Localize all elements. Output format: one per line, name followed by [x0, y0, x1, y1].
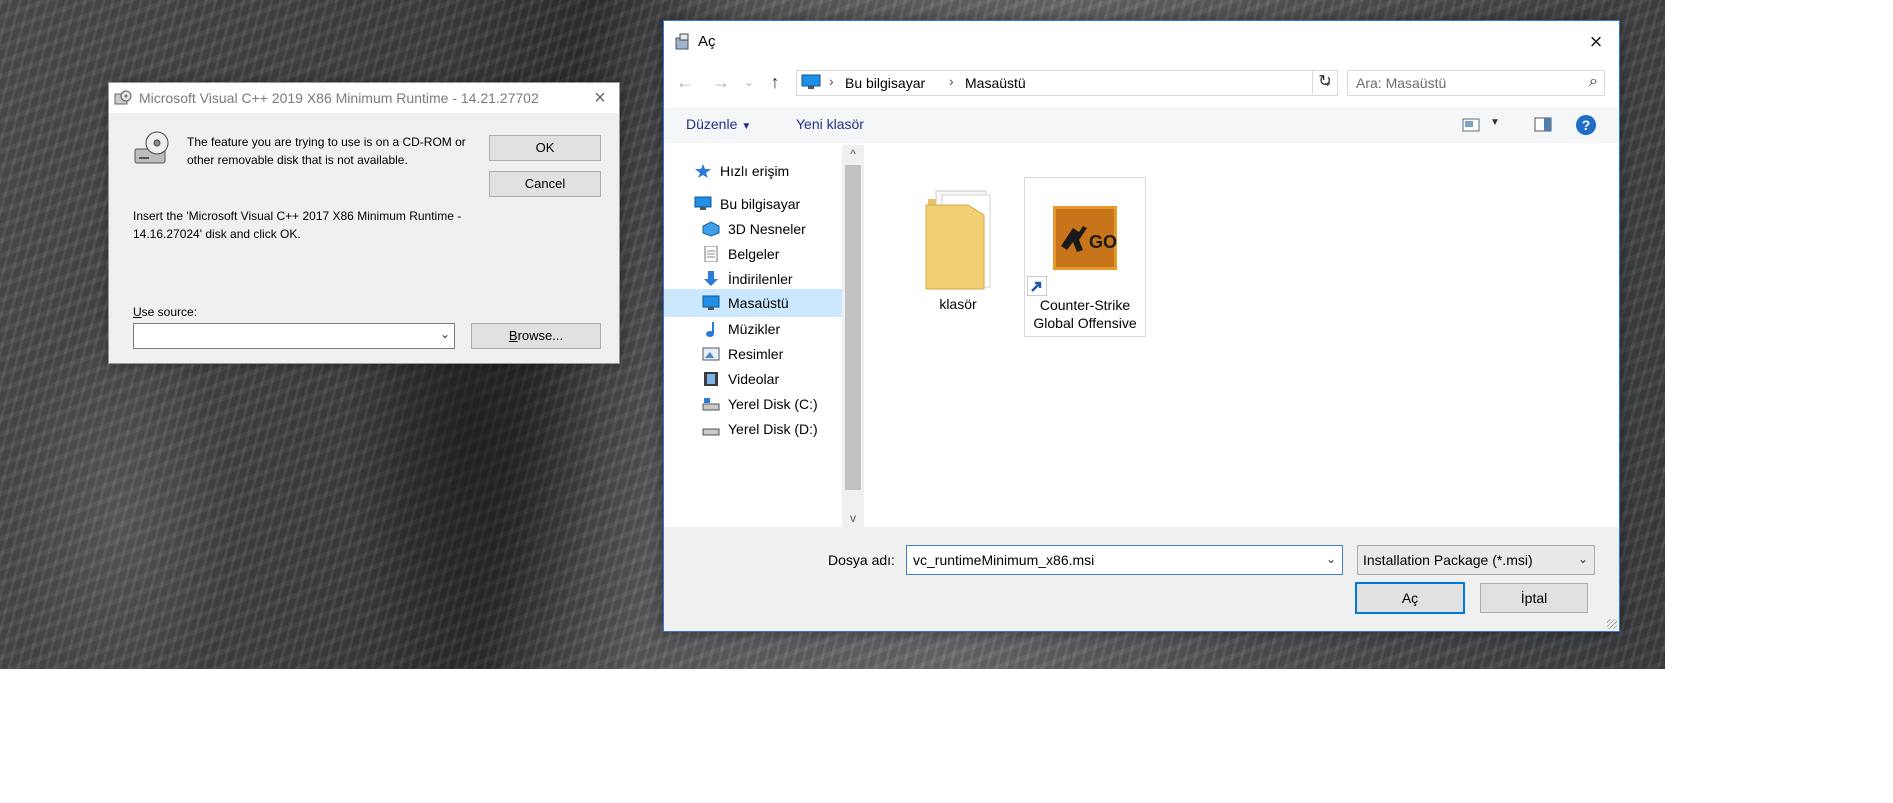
preview-pane-icon[interactable]: [1534, 117, 1552, 132]
navigation-scrollbar[interactable]: ^ v: [842, 145, 864, 527]
chevron-up-icon[interactable]: ^: [842, 145, 864, 163]
vc-insert-message: Insert the 'Microsoft Visual C++ 2017 X8…: [133, 209, 462, 241]
tree-item-label: Yerel Disk (C:): [728, 396, 818, 412]
file-label: klasör: [939, 296, 977, 312]
pictures-icon: [702, 347, 720, 361]
disk-icon: [702, 428, 720, 436]
caret-down-icon: ▼: [741, 121, 752, 132]
chevron-down-icon[interactable]: ⌄: [1578, 552, 1588, 566]
breadcrumb-item[interactable]: Bu bilgisayar: [845, 75, 925, 91]
view-options-icon[interactable]: [1462, 118, 1480, 132]
refresh-icon[interactable]: ↻: [1312, 70, 1337, 94]
address-bar[interactable]: › Bu bilgisayar › Masaüstü ⌄: [796, 70, 1338, 96]
organize-menu[interactable]: Düzenle ▼: [686, 116, 751, 132]
navigation-pane: Hızlı erişim Bu bilgisayar 3D Nesneler B…: [664, 145, 864, 527]
open-file-dialog: Aç × ← → ⌄ ↑ › Bu bilgisayar › Masaüstü …: [663, 20, 1620, 632]
vc-error-message: The feature you are trying to use is on …: [187, 135, 466, 167]
file-name-value: vc_runtimeMinimum_x86.msi: [913, 552, 1095, 568]
tree-item-label: Masaüstü: [728, 295, 789, 311]
browse-button[interactable]: Browse...: [471, 323, 601, 349]
folder-icon: [925, 190, 991, 290]
command-toolbar: Düzenle ▼ Yeni klasör ▼ ?: [664, 107, 1619, 143]
tree-item-quick-access[interactable]: Hızlı erişim: [694, 157, 842, 185]
open-dialog-titlebar[interactable]: Aç ×: [664, 21, 1619, 63]
music-icon: [706, 322, 714, 337]
ok-button[interactable]: OK: [489, 135, 601, 161]
navigation-bar: ← → ⌄ ↑ › Bu bilgisayar › Masaüstü ⌄ ↻ A…: [664, 65, 1619, 101]
vc-dialog-titlebar[interactable]: Microsoft Visual C++ 2019 X86 Minimum Ru…: [109, 83, 619, 113]
use-source-label: Use source:: [133, 305, 198, 319]
tree-item-desktop[interactable]: Masaüstü: [664, 289, 842, 317]
tree-item-pictures[interactable]: Resimler: [702, 340, 842, 368]
file-label: Counter-Strike Global Offensive: [1033, 297, 1137, 331]
scrollbar-thumb[interactable]: [845, 165, 861, 490]
open-button[interactable]: Aç: [1355, 582, 1465, 614]
open-dialog-title: Aç: [698, 33, 716, 50]
organize-label: Düzenle: [686, 116, 738, 132]
tree-item-label: Hızlı erişim: [720, 163, 790, 179]
cd-drive-icon: [134, 131, 169, 164]
star-icon: [695, 164, 711, 178]
file-list-area: klasör GO Counter-Strike Global Offensiv…: [864, 145, 1619, 527]
tree-item-label: Bu bilgisayar: [720, 196, 801, 212]
up-arrow-icon[interactable]: ↑: [764, 71, 786, 93]
help-icon[interactable]: ?: [1576, 115, 1596, 135]
caret-down-icon[interactable]: ▼: [1490, 117, 1500, 128]
shortcut-arrow-icon: [1027, 276, 1047, 296]
close-icon[interactable]: ×: [1583, 29, 1609, 55]
cancel-button[interactable]: Cancel: [489, 171, 601, 197]
tree-item-music[interactable]: Müzikler: [702, 315, 842, 343]
breadcrumb-separator-icon: ›: [829, 73, 834, 89]
search-icon[interactable]: ⌕: [1589, 73, 1598, 91]
recent-locations-icon[interactable]: ⌄: [738, 71, 760, 93]
file-name-label: Dosya adı:: [828, 552, 895, 568]
vc-dialog-title: Microsoft Visual C++ 2019 X86 Minimum Ru…: [139, 90, 539, 106]
video-icon: [704, 372, 718, 386]
back-arrow-icon[interactable]: ←: [674, 71, 696, 93]
cube-icon: [702, 221, 720, 237]
tree-item-this-pc[interactable]: Bu bilgisayar: [694, 190, 842, 218]
computer-icon: [694, 196, 712, 210]
tree-item-label: Yerel Disk (D:): [728, 421, 818, 437]
tree-item-label: Resimler: [728, 346, 784, 362]
search-placeholder: Ara: Masaüstü: [1356, 75, 1447, 91]
close-icon[interactable]: ×: [589, 87, 611, 109]
breadcrumb-item[interactable]: Masaüstü: [965, 75, 1026, 91]
document-icon: [704, 246, 718, 262]
new-folder-button[interactable]: Yeni klasör: [796, 116, 864, 132]
installer-icon: [114, 90, 132, 105]
desktop-icon: [702, 295, 720, 310]
chevron-down-icon[interactable]: v: [842, 509, 864, 527]
installer-icon: [675, 33, 689, 50]
cancel-button[interactable]: İptal: [1480, 583, 1588, 613]
tree-item-label: Videolar: [728, 371, 780, 387]
computer-icon: [801, 74, 821, 89]
tree-item-local-disk-c[interactable]: Yerel Disk (C:): [702, 390, 842, 418]
vc-runtime-dialog: Microsoft Visual C++ 2019 X86 Minimum Ru…: [108, 82, 620, 364]
disk-icon: [702, 398, 720, 411]
resize-grip-icon[interactable]: [1607, 619, 1617, 629]
tree-item-videos[interactable]: Videolar: [702, 365, 842, 393]
download-icon: [704, 271, 718, 286]
file-name-input[interactable]: vc_runtimeMinimum_x86.msi ⌄: [906, 545, 1343, 575]
tree-item-local-disk-d[interactable]: Yerel Disk (D:): [702, 415, 842, 443]
tree-item-label: Müzikler: [728, 321, 781, 337]
file-item-csgo-shortcut[interactable]: GO Counter-Strike Global Offensive: [1024, 177, 1146, 337]
tree-item-label: 3D Nesneler: [728, 221, 806, 237]
svg-text:GO: GO: [1089, 232, 1117, 252]
use-source-combobox[interactable]: ⌄: [133, 323, 455, 349]
file-type-value: Installation Package (*.msi): [1363, 552, 1533, 568]
chevron-down-icon[interactable]: ⌄: [1326, 552, 1336, 566]
tree-item-3d-objects[interactable]: 3D Nesneler: [702, 215, 842, 243]
search-input[interactable]: Ara: Masaüstü ⌕: [1347, 70, 1605, 96]
breadcrumb-separator-icon: ›: [949, 73, 954, 89]
file-type-select[interactable]: Installation Package (*.msi) ⌄: [1357, 545, 1595, 575]
file-name-area: Dosya adı: vc_runtimeMinimum_x86.msi ⌄ I…: [664, 527, 1619, 631]
file-item-folder[interactable]: klasör: [898, 177, 1018, 335]
chevron-down-icon[interactable]: ⌄: [440, 327, 450, 341]
forward-arrow-icon[interactable]: →: [710, 71, 732, 93]
tree-item-label: Belgeler: [728, 246, 780, 262]
csgo-shortcut-icon: GO: [1053, 206, 1117, 270]
tree-item-documents[interactable]: Belgeler: [702, 240, 842, 268]
